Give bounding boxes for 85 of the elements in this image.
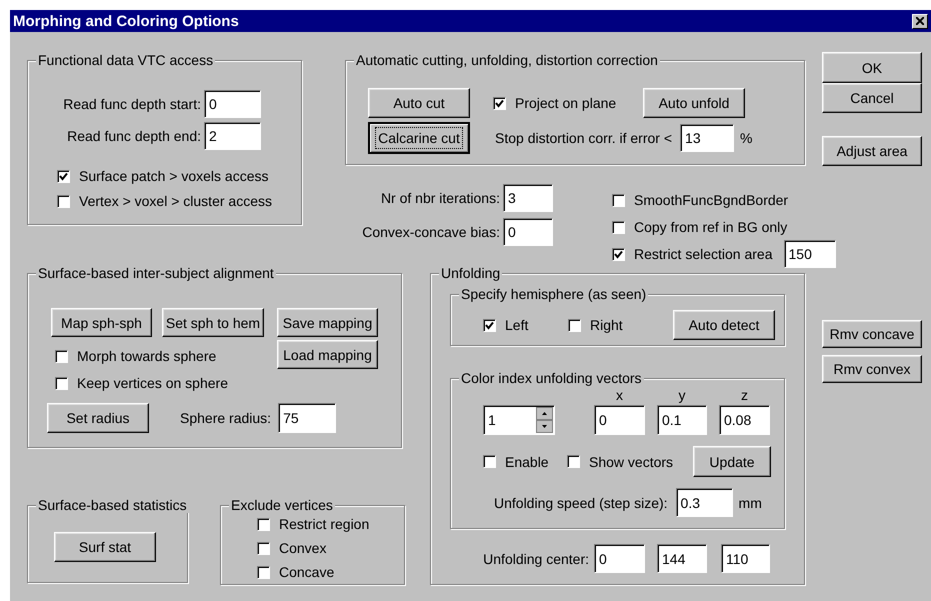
input-field[interactable]: 13	[680, 124, 734, 152]
field-label: Stop distortion corr. if error <	[495, 130, 672, 146]
axis-label: y	[678, 387, 686, 403]
button[interactable]: Rmv concave	[822, 320, 922, 348]
checkbox-label: SmoothFuncBgndBorder	[634, 192, 788, 208]
input-field[interactable]: 0	[503, 218, 553, 246]
checkbox-label: Convex	[279, 540, 326, 556]
dialog-button[interactable]: Adjust area	[822, 136, 922, 166]
group-title: Surface-based inter-subject alignment	[36, 265, 276, 281]
checkbox[interactable]	[257, 518, 270, 530]
unit-label: mm	[738, 494, 762, 510]
input-field[interactable]: 110	[721, 544, 770, 573]
field-label: Sphere radius:	[180, 410, 272, 426]
input-field[interactable]: 0	[594, 544, 645, 573]
input-field[interactable]: 0	[204, 90, 261, 118]
field-label: Unfolding speed (step size):	[494, 494, 668, 510]
dialog-button[interactable]: OK	[822, 52, 922, 83]
field-label: Unfolding center:	[482, 550, 589, 566]
checkbox-label: Morph towards sphere	[77, 348, 216, 364]
axis-label: z	[740, 387, 749, 403]
surf-stat-button[interactable]: Surf stat	[54, 532, 156, 562]
input-field[interactable]: 0	[594, 405, 645, 435]
input-field[interactable]: 150	[784, 240, 836, 268]
input-field[interactable]: 0.1	[657, 405, 707, 435]
checkbox-label: Restrict region	[279, 516, 370, 532]
checkbox[interactable]	[567, 455, 580, 468]
group-title: Surface-based statistics	[36, 497, 189, 513]
input-field[interactable]: 144	[657, 544, 707, 573]
checkbox-label: Enable	[505, 454, 549, 470]
checkbox-label: Surface patch > voxels access	[79, 168, 268, 184]
button[interactable]: Save mapping	[277, 308, 378, 337]
auto-cut-button[interactable]: Auto cut	[368, 88, 470, 118]
field-label: Nr of nbr iterations:	[380, 190, 500, 206]
input-field[interactable]: 0.08	[719, 405, 770, 435]
checkbox[interactable]	[57, 170, 70, 182]
checkbox[interactable]	[483, 455, 496, 468]
calcarine-cut-button[interactable]: Calcarine cut	[368, 122, 470, 154]
set-radius-button[interactable]: Set radius	[47, 403, 149, 433]
checkbox[interactable]	[257, 542, 270, 554]
checkbox-label: Concave	[279, 564, 334, 580]
window-title: Morphing and Coloring Options	[13, 12, 239, 30]
checkbox[interactable]	[57, 194, 70, 208]
checkbox-label: Restrict selection area	[634, 246, 773, 262]
checkbox-label: Project on plane	[515, 95, 616, 111]
button[interactable]: Rmv convex	[822, 355, 922, 383]
group-title: Specify hemisphere (as seen)	[459, 286, 648, 302]
group-title: Color index unfolding vectors	[459, 370, 644, 386]
checkbox[interactable]	[612, 220, 625, 234]
checkbox[interactable]	[257, 566, 270, 578]
checkbox-label: Keep vertices on sphere	[77, 375, 228, 391]
checkbox[interactable]	[55, 376, 68, 390]
group-title: Unfolding	[439, 265, 502, 281]
spin-buttons[interactable]	[536, 407, 553, 433]
checkbox[interactable]	[55, 350, 68, 362]
input-field[interactable]: 3	[503, 184, 553, 212]
auto-unfold-button[interactable]: Auto unfold	[643, 88, 745, 118]
update-button[interactable]: Update	[693, 446, 771, 477]
checkbox[interactable]	[483, 318, 496, 332]
close-button[interactable]	[912, 14, 928, 28]
axis-label: x	[615, 387, 624, 403]
field-label: Convex-concave bias:	[361, 224, 500, 240]
field-label: Read func depth start:	[62, 96, 201, 112]
checkbox[interactable]	[568, 318, 581, 332]
close-icon	[916, 17, 924, 25]
checkbox-label: Copy from ref in BG only	[634, 219, 788, 235]
button[interactable]: Set sph to hem	[162, 308, 264, 337]
unit-label: %	[740, 130, 752, 146]
group-title: Functional data VTC access	[36, 52, 216, 68]
input-field[interactable]: 2	[204, 122, 261, 150]
field-label: Read func depth end:	[66, 128, 201, 144]
checkbox[interactable]	[493, 96, 506, 110]
button[interactable]: Load mapping	[277, 340, 378, 369]
button[interactable]: Map sph-sph	[51, 308, 152, 337]
input-field[interactable]: 0.3	[676, 488, 733, 517]
auto-detect-button[interactable]: Auto detect	[673, 310, 775, 340]
group-title: Automatic cutting, unfolding, distortion correction	[354, 52, 660, 68]
checkbox-label: Vertex > voxel > cluster access	[79, 193, 272, 209]
checkbox[interactable]	[612, 194, 625, 206]
checkbox-label: Left	[505, 317, 528, 333]
dialog-button[interactable]: Cancel	[822, 83, 922, 113]
checkbox-label: Show vectors	[589, 454, 674, 470]
checkbox-label: Right	[590, 317, 623, 333]
group-title: Exclude vertices	[229, 497, 335, 513]
input-field[interactable]: 75	[278, 403, 336, 433]
checkbox[interactable]	[612, 248, 625, 260]
